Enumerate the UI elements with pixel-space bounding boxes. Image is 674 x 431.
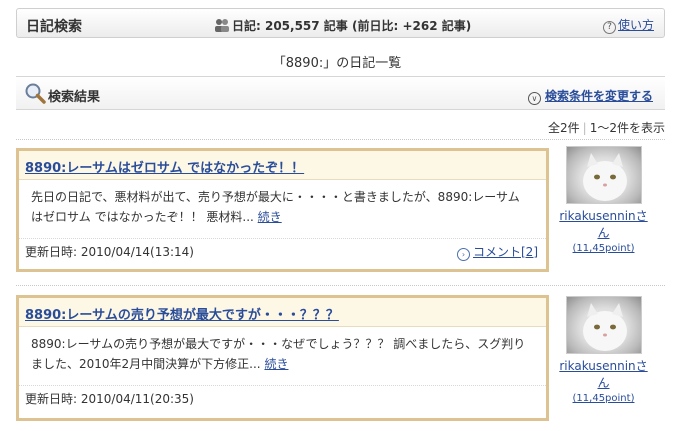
excerpt-line: 8890:レーサムの売り予想が最大ですが・・・なぜでしょう？？？ 調べましたら、…: [31, 337, 526, 351]
separator: |: [582, 121, 587, 135]
help-link[interactable]: ? 使い方: [602, 16, 654, 34]
page-title: 日記検索: [26, 19, 82, 35]
help-link-label[interactable]: 使い方: [618, 18, 654, 32]
author-card: rikakusenninさん (11,45point): [556, 296, 651, 404]
change-search-label[interactable]: 検索条件を変更する: [545, 89, 653, 103]
excerpt-line: ました、2010年2月中間決算が下方修正... 続き: [31, 354, 538, 374]
results-title: 検索結果: [48, 90, 101, 105]
excerpt-line: はゼロサム ではなかったぞ！！ 悪材料... 続き: [31, 207, 538, 227]
cat-photo: [582, 153, 627, 201]
avatar[interactable]: [565, 146, 642, 204]
entry-footer: 更新日時: 2010/04/11(20:35): [19, 385, 546, 410]
entry-title-link[interactable]: 8890:レーサムの売り予想が最大ですが・・・？？？: [25, 308, 339, 323]
result-range: 1〜2件を表示: [589, 121, 665, 135]
excerpt-text: ました、2010年2月中間決算が下方修正...: [31, 357, 261, 371]
results-bar: 検索結果 ∨ 検索条件を変更する: [16, 76, 665, 110]
author-name-link[interactable]: rikakusenninさん: [556, 357, 651, 391]
arrow-right-icon: ›: [457, 248, 470, 261]
excerpt-text: はゼロサム ではなかったぞ！！ 悪材料...: [31, 210, 254, 224]
diary-count-text: 日記: 205,557 記事 (前日比: +262 記事): [232, 19, 472, 33]
help-icon: ?: [602, 21, 616, 34]
result-count: 全2件 | 1〜2件を表示: [548, 119, 665, 136]
magnifier-icon: [25, 83, 46, 104]
entry-title-link[interactable]: 8890:レーサムはゼロサム ではなかったぞ！！: [25, 161, 304, 176]
change-search-link[interactable]: ∨ 検索条件を変更する: [527, 87, 653, 105]
entry-title-row: 8890:レーサムの売り予想が最大ですが・・・？？？: [19, 298, 546, 327]
diary-count: 日記: 205,557 記事 (前日比: +262 記事): [214, 17, 471, 34]
divider: [16, 285, 665, 286]
entry-footer: 更新日時: 2010/04/14(13:14) › コメント[2]: [19, 238, 546, 263]
author-points-link[interactable]: (11,45point): [556, 243, 651, 254]
avatar[interactable]: [565, 296, 642, 354]
updated-date: 更新日時: 2010/04/14(13:14): [25, 245, 194, 259]
author-name-link[interactable]: rikakusenninさん: [556, 207, 651, 241]
divider: [16, 139, 665, 140]
header-bar: 日記検索 日記: 205,557 記事 (前日比: +262 記事) ? 使い方: [16, 8, 665, 38]
diary-entry: 8890:レーサムはゼロサム ではなかったぞ！！ 先日の日記で、悪材料が出て、売…: [16, 148, 549, 272]
people-icon: [215, 19, 229, 32]
entry-excerpt: 先日の日記で、悪材料が出て、売り予想が最大に・・・・と書きましたが、8890:レ…: [19, 180, 546, 238]
entry-excerpt: 8890:レーサムの売り予想が最大ですが・・・なぜでしょう？？？ 調べましたら、…: [19, 327, 546, 385]
excerpt-line: 先日の日記で、悪材料が出て、売り予想が最大に・・・・と書きましたが、8890:レ…: [31, 190, 520, 204]
diary-entry: 8890:レーサムの売り予想が最大ですが・・・？？？ 8890:レーサムの売り予…: [16, 295, 549, 421]
result-total: 全2件: [548, 121, 580, 135]
read-more-link[interactable]: 続き: [264, 357, 288, 371]
updated-date: 更新日時: 2010/04/11(20:35): [25, 392, 194, 406]
entry-title-row: 8890:レーサムはゼロサム ではなかったぞ！！: [19, 151, 546, 180]
comment-link[interactable]: › コメント[2]: [457, 243, 538, 261]
chevron-down-icon: ∨: [527, 92, 541, 105]
comment-link-label[interactable]: コメント[2]: [473, 245, 538, 259]
author-points-link[interactable]: (11,45point): [556, 393, 651, 404]
read-more-link[interactable]: 続き: [258, 210, 282, 224]
author-card: rikakusenninさん (11,45point): [556, 146, 651, 254]
cat-photo: [582, 303, 627, 351]
list-heading: 「8890:」の日記一覧: [272, 56, 402, 71]
